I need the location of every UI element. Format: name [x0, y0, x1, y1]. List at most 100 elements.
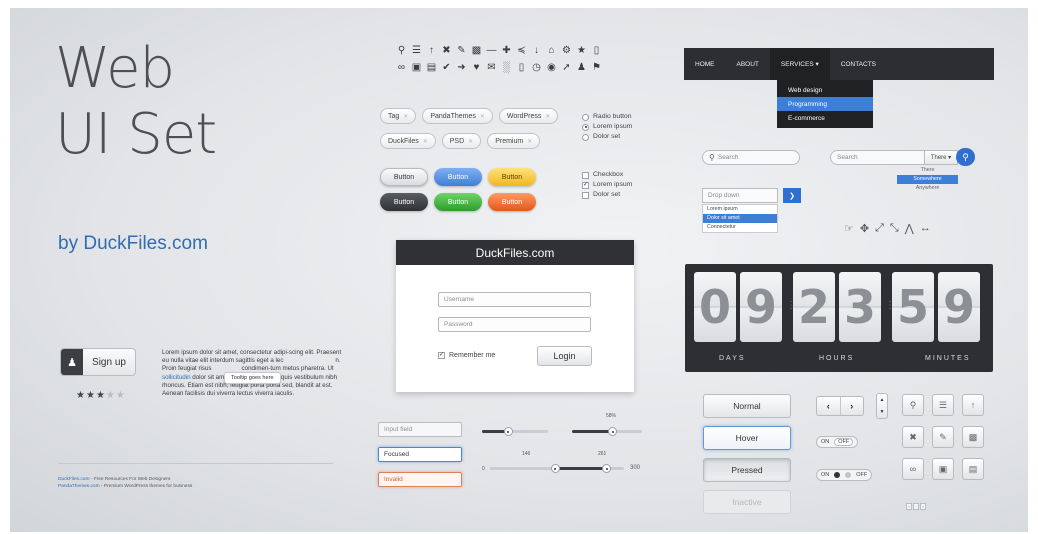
arrow-right-icon[interactable]: ➜: [456, 62, 467, 73]
checkbox-input[interactable]: [582, 191, 589, 199]
button-dark[interactable]: Button: [380, 193, 428, 211]
lorem-link[interactable]: sollicitudin: [162, 374, 191, 381]
image-icon-button[interactable]: ▣: [932, 458, 954, 480]
checkbox-input[interactable]: ✓: [582, 181, 589, 189]
toggle-switch[interactable]: ON OFF: [816, 436, 859, 448]
stepper[interactable]: ▲ ▼: [876, 393, 888, 419]
range-slider[interactable]: [490, 464, 624, 473]
close-icon[interactable]: ✕: [527, 138, 532, 145]
button-blue[interactable]: Button: [434, 168, 482, 186]
star-icon[interactable]: ★: [86, 390, 96, 401]
chat-icon[interactable]: ▩: [471, 45, 482, 56]
button-normal[interactable]: Normal: [703, 394, 791, 418]
image-icon[interactable]: ▣: [411, 62, 422, 73]
star-empty-icon[interactable]: ★: [106, 390, 116, 401]
scope-option-selected[interactable]: Somewhere: [897, 175, 958, 184]
button-light[interactable]: Button: [380, 168, 428, 186]
tag[interactable]: DuckFiles ✕: [380, 133, 436, 149]
dropdown-item[interactable]: E-commerce: [777, 111, 873, 125]
scope-option[interactable]: There: [897, 166, 958, 175]
checkbox-option[interactable]: ✓ Lorem ipsum: [582, 180, 632, 190]
pager-dot[interactable]: ›: [920, 503, 926, 510]
star-icon[interactable]: ★: [576, 45, 587, 56]
tag-icon[interactable]: ⚑: [591, 62, 602, 73]
close-icon[interactable]: ✕: [480, 113, 485, 120]
checkbox-input[interactable]: [582, 171, 589, 179]
range-knob-low[interactable]: [550, 464, 560, 473]
star-icon[interactable]: ★: [76, 390, 86, 401]
pencil-icon-button[interactable]: ✎: [932, 426, 954, 448]
clock-icon[interactable]: ◷: [531, 62, 542, 73]
upload-icon[interactable]: ↑: [426, 45, 437, 56]
chevron-up-icon[interactable]: ▲: [880, 397, 885, 403]
footer-link-pandathemes[interactable]: PandaThemes.com: [58, 484, 100, 489]
file-icon[interactable]: ▤: [426, 62, 437, 73]
search-scope-select[interactable]: There ▾: [924, 150, 958, 165]
slider[interactable]: [482, 427, 548, 436]
star-rating[interactable]: ★★★★★: [76, 390, 126, 401]
dropdown-item-selected[interactable]: Programming: [777, 97, 873, 111]
dropdown-item[interactable]: Web design: [777, 83, 873, 97]
nav-item-services[interactable]: SERVICES ▾: [769, 48, 830, 80]
chevron-left-icon[interactable]: ‹: [817, 397, 841, 415]
download-icon[interactable]: ↓: [531, 45, 542, 56]
dropdown-option[interactable]: Lorem ipsum: [703, 205, 777, 214]
close-icon-button[interactable]: ✖: [902, 426, 924, 448]
radio-input[interactable]: [582, 133, 589, 141]
heart-icon[interactable]: ♥: [471, 62, 482, 73]
radio-input[interactable]: [582, 113, 589, 121]
pencil-icon[interactable]: ✎: [456, 45, 467, 56]
dropdown-option[interactable]: Connectetur: [703, 223, 777, 232]
users-icon[interactable]: ♟: [576, 62, 587, 73]
radio-option[interactable]: Lorem ipsum: [582, 122, 632, 132]
nav-item-about[interactable]: ABOUT: [726, 48, 770, 80]
chevron-down-icon[interactable]: ▼: [880, 409, 885, 415]
input-field[interactable]: Input field: [378, 422, 462, 437]
tag[interactable]: PSD ✕: [441, 133, 482, 149]
mail-icon[interactable]: ✉: [486, 62, 497, 73]
button-orange[interactable]: Button: [488, 193, 536, 211]
close-icon[interactable]: ✖: [441, 45, 452, 56]
search-icon-button[interactable]: ⚲: [902, 394, 924, 416]
chart-icon[interactable]: ░: [501, 62, 512, 73]
phone-icon[interactable]: ▯: [516, 62, 527, 73]
globe-icon[interactable]: ◉: [546, 62, 557, 73]
input-focused[interactable]: Focused: [378, 447, 462, 462]
tag[interactable]: WordPress ✕: [498, 108, 559, 124]
upload-icon-button[interactable]: ↑: [962, 394, 984, 416]
button-hover[interactable]: Hover: [703, 426, 791, 450]
link-icon-button[interactable]: ∞: [902, 458, 924, 480]
pager-dot[interactable]: ·: [913, 503, 919, 510]
cursor-icon[interactable]: ➚: [561, 62, 572, 73]
dropdown-select[interactable]: Drop down: [702, 188, 778, 203]
search-input-scoped[interactable]: Search: [830, 150, 926, 165]
check-icon[interactable]: ✔: [441, 62, 452, 73]
username-field[interactable]: Username: [438, 292, 591, 307]
footer-link-duckfiles[interactable]: DuckFiles.com: [58, 477, 89, 482]
slider[interactable]: [572, 427, 642, 436]
input-invalid[interactable]: Invalid: [378, 472, 462, 487]
nav-item-home[interactable]: HOME: [684, 48, 726, 80]
home-icon[interactable]: ⌂: [546, 45, 557, 56]
dropdown-option-selected[interactable]: Dolor sit amet: [703, 214, 777, 223]
chevron-down-icon[interactable]: ❯: [783, 188, 801, 203]
signup-button[interactable]: ♟ Sign up: [60, 348, 136, 376]
close-icon[interactable]: ✕: [545, 113, 550, 120]
range-knob-high[interactable]: [602, 464, 612, 473]
radio-input[interactable]: [582, 123, 589, 131]
close-icon[interactable]: ✕: [423, 138, 428, 145]
chevron-right-icon[interactable]: ›: [841, 397, 864, 415]
star-empty-icon[interactable]: ★: [116, 390, 126, 401]
file-icon-button[interactable]: ▤: [962, 458, 984, 480]
pager-dot[interactable]: ‹: [906, 503, 912, 510]
search-button[interactable]: ⚲: [956, 148, 975, 166]
tag[interactable]: Tag ✕: [380, 108, 417, 124]
nav-item-contacts[interactable]: CONTACTS: [830, 48, 887, 80]
checkbox-input[interactable]: ✓: [438, 352, 445, 359]
close-icon[interactable]: ✕: [468, 138, 473, 145]
star-icon[interactable]: ★: [96, 390, 106, 401]
radio-option[interactable]: Radio button: [582, 112, 632, 122]
gear-icon[interactable]: ⚙: [561, 45, 572, 56]
plus-icon[interactable]: ✚: [501, 45, 512, 56]
remember-me[interactable]: ✓ Remember me: [438, 352, 495, 359]
